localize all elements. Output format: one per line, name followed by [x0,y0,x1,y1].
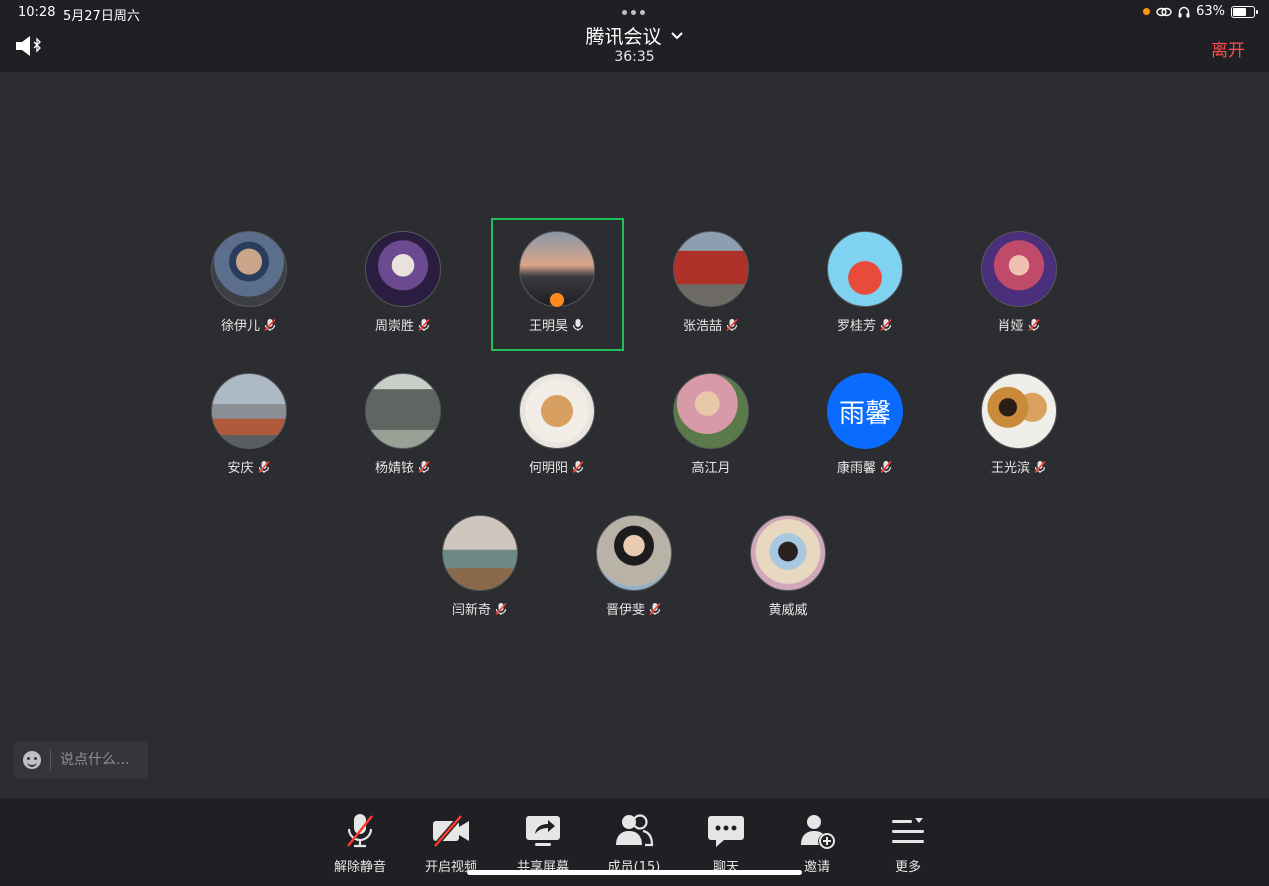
participant-tile[interactable]: 何明阳 [492,373,622,476]
add-user-icon [801,815,835,849]
participant-name: 何明阳 [528,461,568,476]
participant-name: 安庆 [227,461,254,476]
avatar [211,373,287,449]
participant-tile[interactable]: 杨婧铱 [338,373,468,476]
status-indicators: 63% [1143,4,1258,19]
meeting-screen: 10:28 5月27日周六 63% 腾讯会议 36:35 离开 徐伊儿 周崇胜 … [0,0,1269,886]
participant-tile[interactable]: 王光滨 [954,373,1084,476]
participant-tile[interactable]: 雨馨 康雨馨 [800,373,930,476]
avatar [673,231,749,307]
avatar [981,373,1057,449]
mic-in-use-icon [1143,8,1151,15]
unmute-label: 解除静音 [333,860,386,875]
mic-muted-icon [418,318,430,331]
chat-input[interactable] [60,752,140,768]
share-screen-icon [526,816,560,846]
meeting-title-button[interactable]: 腾讯会议 [585,22,683,49]
participant-tile[interactable]: 周崇胜 [338,231,468,334]
mic-muted-icon [347,814,373,848]
mic-muted-icon [1027,318,1040,331]
avatar [365,231,441,307]
mic-muted-icon [880,460,892,473]
avatar [442,515,518,591]
more-button[interactable]: 更多 [868,812,948,875]
top-bar: 10:28 5月27日周六 63% 腾讯会议 36:35 离开 [0,0,1269,72]
chat-button[interactable]: 聊天 [686,812,766,875]
chat-quick-input[interactable] [13,742,148,778]
multitask-handle[interactable] [622,10,645,15]
emoji-icon[interactable] [23,751,41,769]
participant-name: 王明昊 [528,319,568,334]
participant-name: 徐伊儿 [220,319,260,334]
mic-muted-icon [1034,460,1046,473]
participant-name: 闫新奇 [451,603,491,618]
participant-tile[interactable]: 黄威威 [723,515,853,618]
avatar [596,515,672,591]
unmute-button[interactable]: 解除静音 [320,812,400,875]
chat-icon [708,816,744,847]
host-badge-icon [549,292,565,308]
more-label: 更多 [894,860,921,875]
participant-name: 罗桂芳 [836,319,876,334]
mic-muted-icon [726,318,738,331]
status-time: 10:28 [18,5,56,20]
avatar [211,231,287,307]
meeting-title-wrap: 腾讯会议 [0,22,1269,49]
meeting-timer: 36:35 [614,49,655,65]
mic-muted-icon [880,318,892,331]
invite-button[interactable]: 邀请 [777,812,857,875]
mic-muted-icon [649,602,661,615]
leave-button[interactable]: 离开 [1211,36,1245,61]
avatar [750,515,826,591]
members-button[interactable]: 成员(15) [594,812,674,875]
participant-tile[interactable]: 徐伊儿 [184,231,314,334]
participant-tile-active[interactable]: 王明昊 [492,231,622,334]
avatar [519,373,595,449]
mic-muted-icon [264,318,276,331]
participant-tile[interactable]: 罗桂芳 [800,231,930,334]
participant-tile[interactable]: 肖娅 [954,231,1084,334]
members-icon [616,814,654,847]
participant-tile[interactable]: 安庆 [184,373,314,476]
participant-tile[interactable]: 张浩喆 [646,231,776,334]
participant-name: 晋伊斐 [605,603,645,618]
mic-muted-icon [572,460,584,473]
home-indicator[interactable] [467,870,802,875]
divider [50,750,51,770]
avatar [981,231,1057,307]
avatar [827,231,903,307]
more-menu-icon [892,818,924,843]
chevron-down-icon [670,31,683,39]
link-icon [1156,7,1172,16]
avatar [673,373,749,449]
avatar [519,231,595,308]
meeting-title: 腾讯会议 [585,26,662,48]
participant-name: 王光滨 [990,461,1030,476]
mic-active-icon [572,318,584,331]
participant-name: 张浩喆 [682,319,722,334]
participant-name: 黄威威 [768,603,808,618]
participant-name: 周崇胜 [374,319,414,334]
participant-tile[interactable]: 闫新奇 [415,515,545,618]
video-off-icon [433,814,469,848]
mic-muted-icon [257,460,270,473]
avatar-text: 雨馨 [827,373,903,449]
participant-tile[interactable]: 高江月 [646,373,776,476]
participant-name: 康雨馨 [836,461,876,476]
share-screen-button[interactable]: 共享屏幕 [503,812,583,875]
battery-icon [1231,5,1258,18]
start-video-button[interactable]: 开启视频 [411,812,491,875]
participant-name: 肖娅 [997,319,1024,334]
mic-muted-icon [495,602,507,615]
participant-name: 高江月 [691,461,731,476]
battery-percent: 63% [1196,4,1225,19]
participant-tile[interactable]: 晋伊斐 [569,515,699,618]
participant-name: 杨婧铱 [374,461,414,476]
avatar [365,373,441,449]
mic-muted-icon [418,460,430,473]
headphones-icon [1178,6,1190,17]
